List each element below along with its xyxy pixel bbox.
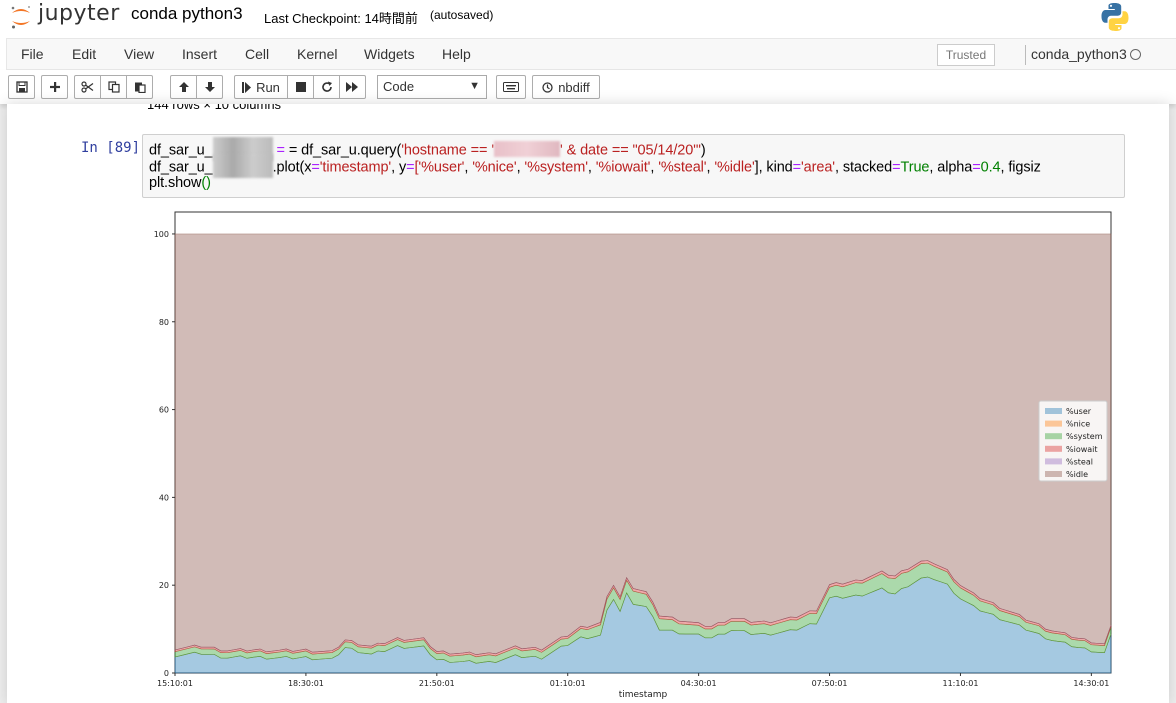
stacked-area-chart: 0 20 40 60 80 100 15:10:01 18:30:01 21:50:01 01:… <box>154 211 1112 700</box>
legend-label: %user <box>1066 407 1092 416</box>
scissors-icon <box>81 81 94 93</box>
command-palette-button[interactable] <box>496 75 526 99</box>
legend-swatch <box>1045 420 1062 427</box>
y-tick-label: 40 <box>159 493 169 502</box>
x-tick-label: 14:30:01 <box>1073 679 1109 688</box>
y-axis: 0 20 40 60 80 100 <box>154 230 175 678</box>
step-forward-icon <box>242 81 252 93</box>
move-down-button[interactable] <box>196 75 223 99</box>
history-icon <box>542 81 553 93</box>
notebook-container: 144 rows × 10 columns In [89]: df_sar_u_… <box>7 104 1169 703</box>
notebook-name[interactable]: conda python3 <box>131 4 243 24</box>
redacted-text <box>212 154 273 178</box>
menu-bar: File Edit View Insert Cell Kernel Widget… <box>6 38 1176 70</box>
legend-swatch <box>1045 433 1062 440</box>
x-tick-label: 18:30:01 <box>288 679 324 688</box>
cell-prompt: In [89]: <box>81 140 149 156</box>
interrupt-button[interactable] <box>287 75 314 99</box>
legend-label: %steal <box>1066 457 1093 466</box>
menu-kernel[interactable]: Kernel <box>297 46 337 62</box>
jupyter-logo-icon[interactable] <box>10 4 32 30</box>
x-tick-label: 21:50:01 <box>419 679 455 688</box>
menu-widgets[interactable]: Widgets <box>364 46 415 62</box>
y-tick-label: 20 <box>159 581 169 590</box>
menu-help[interactable]: Help <box>442 46 471 62</box>
chevron-down-icon: ▼ <box>469 80 480 92</box>
arrow-up-icon <box>178 82 189 92</box>
fast-forward-icon <box>346 82 358 92</box>
x-tick-label: 15:10:01 <box>157 679 193 688</box>
toolbar: Run Code ▼ nbdiff <box>0 70 1176 104</box>
restart-button[interactable] <box>313 75 340 99</box>
nbdiff-button[interactable]: nbdiff <box>532 75 600 99</box>
y-tick-label: 60 <box>159 406 169 415</box>
code-line-3: plt.show() <box>149 175 211 191</box>
copy-icon <box>107 81 120 93</box>
legend: %user %nice %system %iowait %steal %idle <box>1038 400 1108 482</box>
stop-icon <box>295 82 306 92</box>
cell-type-select[interactable]: Code ▼ <box>377 75 487 99</box>
kernel-idle-icon <box>1130 49 1141 60</box>
nbdiff-label: nbdiff <box>558 79 590 95</box>
menu-cell[interactable]: Cell <box>245 46 269 62</box>
legend-label: %system <box>1066 432 1103 441</box>
menu-view[interactable]: View <box>124 46 154 62</box>
refresh-icon <box>321 81 332 92</box>
move-up-button[interactable] <box>170 75 197 99</box>
legend-swatch <box>1045 458 1062 465</box>
save-button[interactable] <box>8 75 35 99</box>
previous-output-text: 144 rows × 10 columns <box>147 104 282 112</box>
menu-insert[interactable]: Insert <box>182 46 217 62</box>
restart-run-all-button[interactable] <box>339 75 366 99</box>
legend-swatch <box>1045 471 1062 477</box>
keyboard-icon <box>503 82 519 92</box>
save-icon <box>15 81 28 93</box>
menu-file[interactable]: File <box>21 46 44 62</box>
autosave-status: (autosaved) <box>430 8 494 22</box>
redacted-text <box>494 141 560 157</box>
legend-label: %idle <box>1066 470 1088 479</box>
x-tick-label: 01:10:01 <box>550 679 586 688</box>
x-tick-label: 11:10:01 <box>942 679 978 688</box>
kernel-name[interactable]: conda_python3 <box>1031 46 1127 62</box>
x-tick-label: 04:30:01 <box>681 679 717 688</box>
y-tick-label: 80 <box>159 318 169 327</box>
y-tick-label: 0 <box>164 669 169 678</box>
jupyter-logo-text[interactable]: jupyter <box>38 1 120 26</box>
x-axis: 15:10:01 18:30:01 21:50:01 01:10:01 04:30:01… <box>157 673 1109 688</box>
legend-swatch <box>1045 408 1062 414</box>
cut-button[interactable] <box>74 75 101 99</box>
run-label: Run <box>256 79 280 95</box>
python-logo-icon <box>1101 3 1129 31</box>
arrow-down-icon <box>204 82 215 92</box>
y-tick-label: 100 <box>154 230 169 239</box>
notebook-header: jupyter conda python3 Last Checkpoint: 1… <box>0 0 1176 104</box>
x-tick-label: 07:50:01 <box>812 679 848 688</box>
paste-button[interactable] <box>126 75 153 99</box>
legend-swatch <box>1045 445 1062 452</box>
kernel-separator <box>1025 45 1026 65</box>
x-axis-label: timestamp <box>619 690 668 700</box>
plus-icon <box>49 82 60 92</box>
insert-cell-button[interactable] <box>41 75 68 99</box>
area-series-group <box>174 233 1112 674</box>
legend-label: %iowait <box>1066 445 1098 454</box>
checkpoint-status: Last Checkpoint: 14時間前 <box>264 11 418 26</box>
code-line-2: df_sar_u_ .plot(x='timestamp', y=['%user'… <box>149 154 1041 178</box>
paste-icon <box>134 82 146 93</box>
cell-type-value: Code <box>383 79 415 94</box>
legend-label: %nice <box>1066 420 1090 429</box>
code-cell-input[interactable]: df_sar_u_ = = df_sar_u.query('hostname =… <box>142 134 1125 198</box>
title-bar: jupyter conda python3 Last Checkpoint: 1… <box>0 0 1176 38</box>
run-button[interactable]: Run <box>234 75 288 99</box>
copy-button[interactable] <box>100 75 127 99</box>
trusted-indicator[interactable]: Trusted <box>937 44 995 66</box>
menu-edit[interactable]: Edit <box>72 46 96 62</box>
